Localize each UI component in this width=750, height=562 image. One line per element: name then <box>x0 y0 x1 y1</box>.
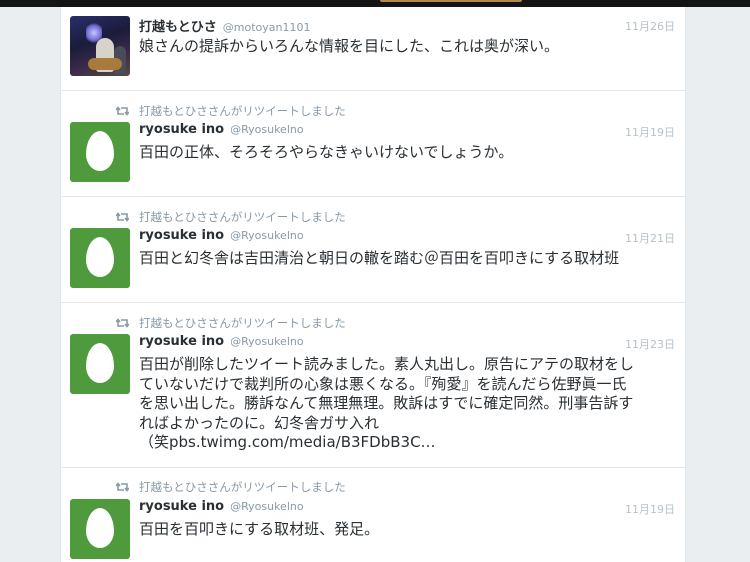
tweet-text-line: を思い出した。勝訴なんて無理無理。敗訴はすでに確定同然。刑事告訴す <box>139 394 634 412</box>
retweet-context-text[interactable]: 打越もとひささんがリツイートしました <box>139 103 346 119</box>
retweet-icon <box>116 482 129 492</box>
tweet[interactable]: 打越もとひささんがリツイートしました ryosuke ino @Ryosukel… <box>61 468 685 562</box>
retweet-context: 打越もとひささんがリツイートしました <box>61 91 685 122</box>
tweet-timestamp[interactable]: 11月21日 <box>625 230 675 246</box>
tweet-content: 打越もとひさ @motoyan1101 11月26日 娘さんの提訴からいろんな情… <box>139 16 685 76</box>
retweet-context-text[interactable]: 打越もとひささんがリツイートしました <box>139 479 346 495</box>
user-name[interactable]: ryosuke ino <box>139 228 224 243</box>
tweet[interactable]: 打越もとひささんがリツイートしました ryosuke ino @Ryosukel… <box>61 197 685 303</box>
tweet-content: ryosuke ino @Ryosukelno 11月19日 百田を百叩きにする… <box>139 499 685 559</box>
top-bar-accent <box>380 0 522 2</box>
user-name[interactable]: ryosuke ino <box>139 334 224 349</box>
tweet-content: ryosuke ino @Ryosukelno 11月19日 百田の正体、そろそ… <box>139 122 685 182</box>
egg-avatar-icon <box>86 343 114 383</box>
user-handle[interactable]: @Ryosukelno <box>230 335 304 348</box>
tweet-text: 百田が削除したツイート読みました。素人丸出し。原告にアテの取材をし ていないだけ… <box>139 355 675 453</box>
user-handle[interactable]: @Ryosukelno <box>230 500 304 513</box>
tweet-content: ryosuke ino @Ryosukelno 11月21日 百田と幻冬舎は吉田… <box>139 228 685 288</box>
user-avatar[interactable] <box>70 498 130 559</box>
tweet-timestamp[interactable]: 11月19日 <box>625 501 675 517</box>
retweet-context: 打越もとひささんがリツイートしました <box>61 197 685 228</box>
retweet-icon <box>116 211 129 222</box>
egg-avatar-icon <box>86 131 114 171</box>
user-avatar[interactable] <box>70 16 130 76</box>
user-handle[interactable]: @Ryosukelno <box>230 229 304 242</box>
tweet-text-line: ていないだけで裁判所の心象は悪くなる。『殉愛』を読んだら佐野眞一氏 <box>139 374 627 393</box>
user-handle[interactable]: @Ryosukelno <box>230 123 304 136</box>
retweet-icon <box>116 317 129 328</box>
tweet[interactable]: 打越もとひささんがリツイートしました ryosuke ino @Ryosukel… <box>61 303 685 468</box>
user-handle[interactable]: @motoyan1101 <box>223 21 311 34</box>
egg-avatar-icon <box>86 507 114 548</box>
user-avatar[interactable] <box>70 228 130 288</box>
user-name[interactable]: ryosuke ino <box>139 499 224 514</box>
tweet-timestamp[interactable]: 11月23日 <box>625 336 675 352</box>
top-bar <box>0 0 750 7</box>
retweet-context-text[interactable]: 打越もとひささんがリツイートしました <box>139 209 346 225</box>
user-avatar[interactable] <box>70 122 130 182</box>
tweet-header: ryosuke ino @Ryosukelno <box>139 122 675 142</box>
tweet-header: ryosuke ino @Ryosukelno <box>139 228 675 248</box>
tweet-header: ryosuke ino @Ryosukelno <box>139 499 675 519</box>
tweet-header: 打越もとひさ @motoyan1101 <box>139 16 675 36</box>
retweet-context-text[interactable]: 打越もとひささんがリツイートしました <box>139 315 346 331</box>
tweet-header: ryosuke ino @Ryosukelno <box>139 334 675 354</box>
tweet[interactable]: 打越もとひささんがリツイートしました ryosuke ino @Ryosukel… <box>61 91 685 197</box>
tweet[interactable]: 打越もとひさ @motoyan1101 11月26日 娘さんの提訴からいろんな情… <box>61 7 685 91</box>
tweet-timestamp[interactable]: 11月19日 <box>625 124 675 140</box>
retweet-context: 打越もとひささんがリツイートしました <box>61 468 685 499</box>
tweet-timestamp[interactable]: 11月26日 <box>625 18 675 34</box>
egg-avatar-icon <box>86 237 114 277</box>
tweet-text: 百田と幻冬舎は吉田清治と朝日の轍を踏む＠百田を百叩きにする取材班 <box>139 249 620 267</box>
retweet-icon <box>116 105 129 116</box>
user-avatar[interactable] <box>70 334 130 394</box>
tweet-text: 娘さんの提訴からいろんな情報を目にした、これは奥が深い。 <box>139 37 560 55</box>
tweet-content: ryosuke ino @Ryosukelno 11月23日 百田が削除したツイ… <box>139 334 685 453</box>
timeline[interactable]: 打越もとひさ @motoyan1101 11月26日 娘さんの提訴からいろんな情… <box>60 7 686 562</box>
user-name[interactable]: ryosuke ino <box>139 122 224 137</box>
tweet-text-line: 百田が削除したツイート読みました。素人丸出し。原告にアテの取材をし <box>139 355 635 373</box>
tweet-text: 百田を百叩きにする取材班、発足。 <box>139 519 380 538</box>
retweet-context: 打越もとひささんがリツイートしました <box>61 303 685 334</box>
tweet-media-link[interactable]: （笑pbs.twimg.com/media/B3FDbB3C… <box>139 433 675 453</box>
tweet-text: 百田の正体、そろそろやらなきゃいけないでしょうか。 <box>139 143 514 161</box>
tweet-text-line: ればよかったのに。幻冬舎ガサ入れ <box>139 413 380 432</box>
user-name[interactable]: 打越もとひさ <box>139 16 217 35</box>
